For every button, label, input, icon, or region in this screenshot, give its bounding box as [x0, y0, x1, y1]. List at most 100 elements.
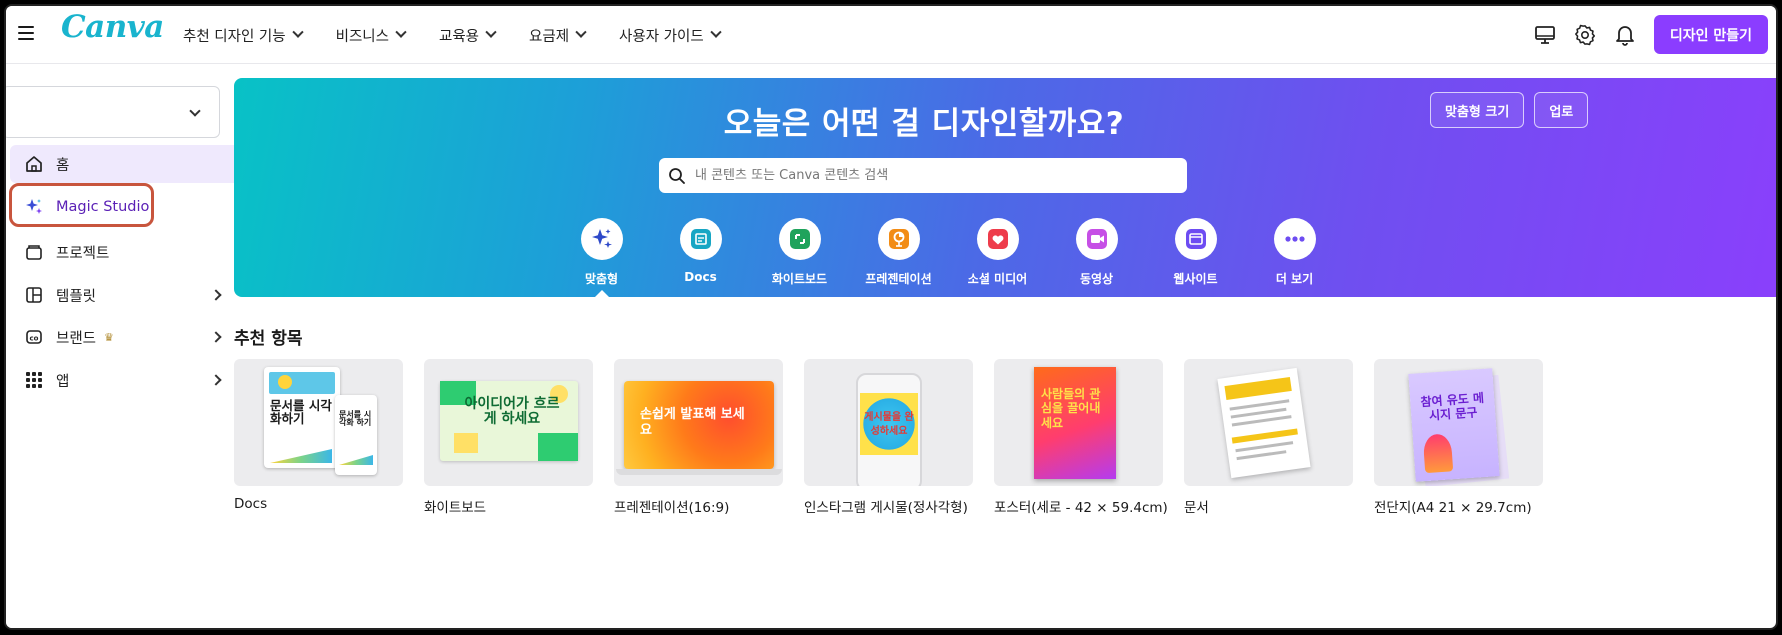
card-label: Docs: [234, 496, 268, 512]
custom-size-button[interactable]: 맞춤형 크기: [1430, 92, 1525, 128]
sparkle-icon: [591, 229, 612, 248]
card-thumbnail: [1184, 359, 1353, 486]
chevron-down-icon: [291, 26, 304, 38]
sidebar-item-label: 브랜드: [56, 330, 97, 347]
sidebar-item-label: Magic Studio: [56, 199, 150, 215]
video-icon: [1086, 229, 1107, 249]
search-bar[interactable]: [659, 158, 1187, 193]
category-docs[interactable]: Docs: [651, 218, 750, 287]
sidebar-item-label: 프로젝트: [56, 245, 110, 262]
website-icon: [1185, 229, 1206, 249]
category-presentation[interactable]: 프레젠테이션: [849, 218, 948, 287]
docs-icon: [690, 229, 711, 249]
heart-icon: [987, 229, 1008, 249]
category-website[interactable]: 웹사이트: [1146, 218, 1245, 287]
card-document[interactable]: 문서: [1184, 359, 1353, 516]
card-flyer[interactable]: 참여 유도 메시지 문구 전단지(A4 21 × 29.7cm): [1374, 359, 1543, 516]
chevron-right-icon: [210, 374, 222, 386]
sidebar-item-label: 템플릿: [56, 288, 97, 305]
thumb-headline: 참여 유도 메시지 문구: [1420, 390, 1485, 424]
more-icon: [1284, 236, 1305, 242]
card-presentation[interactable]: 손쉽게 발표해 보세요 프레젠테이션(16:9): [614, 359, 783, 516]
team-selector[interactable]: [6, 86, 220, 138]
top-nav: 추천 디자인 기능 비즈니스 교육용 요금제 사용자 가이드: [183, 6, 754, 64]
thumb-headline: 사람들의 관심을 끌어내세요: [1041, 387, 1101, 430]
top-bar: Canva 추천 디자인 기능 비즈니스 교육용 요금제 사용자 가이드 디자인…: [6, 6, 1776, 64]
sidebar-item-label: 홈: [56, 157, 70, 174]
bell-icon[interactable]: [1612, 22, 1638, 48]
card-instagram-post[interactable]: 게시물을 완성하세요 인스타그램 게시물(정사각형): [804, 359, 973, 516]
card-label: 프레젠테이션(16:9): [614, 500, 730, 516]
chevron-right-icon: [210, 289, 222, 301]
section-title-recommended: 추천 항목: [234, 329, 303, 349]
nav-user-guide[interactable]: 사용자 가이드: [619, 25, 722, 46]
category-social-media[interactable]: 소셜 미디어: [948, 218, 1047, 287]
sidebar: 홈 Magic Studio 프로젝트 템플릿 co 브랜드 ♛ 앱: [6, 64, 242, 628]
menu-icon[interactable]: [18, 26, 34, 40]
hero-banner: 오늘은 어떤 걸 디자인할까요? 맞춤형 크기 업로 맞춤형 Docs: [234, 78, 1776, 297]
category-custom[interactable]: 맞춤형: [552, 218, 651, 297]
chevron-down-icon: [575, 26, 587, 38]
folder-icon: [24, 242, 44, 262]
nav-business[interactable]: 비즈니스: [336, 25, 407, 46]
brand-icon: co: [24, 327, 44, 347]
create-design-button[interactable]: 디자인 만들기: [1653, 15, 1768, 54]
thumb-headline: 게시물을 완성하세요: [864, 412, 914, 437]
search-input[interactable]: [695, 168, 1187, 183]
selected-pointer: [592, 290, 611, 297]
thumb-headline: 아이디어가 흐르게 하세요: [464, 396, 560, 427]
card-thumbnail: 아이디어가 흐르게 하세요: [424, 359, 593, 486]
card-label: 문서: [1184, 500, 1209, 516]
presentation-icon: [888, 229, 909, 249]
apps-grid-icon: [24, 370, 44, 390]
card-thumbnail: 손쉽게 발표해 보세요: [614, 359, 783, 486]
sidebar-item-apps[interactable]: 앱: [10, 361, 242, 399]
sidebar-item-home[interactable]: 홈: [10, 145, 242, 183]
category-video[interactable]: 동영상: [1047, 218, 1146, 287]
whiteboard-icon: [789, 229, 810, 249]
upload-button[interactable]: 업로: [1534, 92, 1589, 128]
svg-text:co: co: [30, 335, 39, 343]
template-icon: [24, 285, 44, 305]
card-poster[interactable]: 사람들의 관심을 끌어내세요 포스터(세로 - 42 × 59.4cm): [994, 359, 1168, 516]
sidebar-item-label: 앱: [56, 373, 70, 390]
sidebar-item-templates[interactable]: 템플릿: [10, 276, 242, 314]
chevron-down-icon: [395, 26, 407, 38]
gear-icon[interactable]: [1572, 22, 1598, 48]
thumb-headline: 문서를 시각화하기: [270, 398, 332, 427]
nav-education[interactable]: 교육용: [439, 25, 497, 46]
card-whiteboard[interactable]: 아이디어가 흐르게 하세요 화이트보드: [424, 359, 593, 516]
card-thumbnail: 참여 유도 메시지 문구: [1374, 359, 1543, 486]
chevron-right-icon: [210, 331, 222, 343]
home-icon: [24, 154, 44, 174]
desktop-app-icon[interactable]: [1532, 22, 1558, 48]
card-label: 포스터(세로 - 42 × 59.4cm): [994, 500, 1168, 516]
thumb-headline: 손쉽게 발표해 보세요: [640, 407, 745, 439]
chevron-down-icon: [189, 105, 201, 117]
crown-icon: ♛: [104, 330, 114, 344]
card-label: 인스타그램 게시물(정사각형): [804, 500, 968, 516]
category-whiteboard[interactable]: 화이트보드: [750, 218, 849, 287]
sidebar-item-projects[interactable]: 프로젝트: [10, 233, 242, 271]
category-shortcuts: 맞춤형 Docs 화이트보드 프레젠테이션 소셜 미디어 동영상 웹사이트 더 …: [552, 218, 1344, 297]
chevron-down-icon: [710, 26, 722, 38]
sidebar-item-brand[interactable]: co 브랜드 ♛: [10, 318, 242, 356]
recommended-cards: 문서를 시각화하기 문서를 시각화 하기 Docs 아이디어가 흐르게 하세요: [234, 359, 1564, 516]
canva-window: Canva 추천 디자인 기능 비즈니스 교육용 요금제 사용자 가이드 디자인…: [6, 6, 1776, 628]
card-thumbnail: 문서를 시각화하기 문서를 시각화 하기: [234, 359, 403, 486]
top-right-actions: 디자인 만들기: [1518, 15, 1768, 54]
canva-logo[interactable]: Canva: [61, 9, 164, 45]
card-thumbnail: 사람들의 관심을 끌어내세요: [994, 359, 1163, 486]
thumb-subheadline: 문서를 시각화 하기: [339, 410, 372, 428]
hero-actions: 맞춤형 크기 업로: [1430, 92, 1598, 128]
category-more[interactable]: 더 보기: [1245, 218, 1344, 287]
chevron-down-icon: [485, 26, 497, 38]
sidebar-item-magic-studio[interactable]: Magic Studio: [10, 188, 242, 226]
search-icon: [659, 158, 695, 193]
card-label: 전단지(A4 21 × 29.7cm): [1374, 500, 1532, 516]
sparkle-icon: [24, 197, 44, 217]
nav-pricing[interactable]: 요금제: [529, 25, 587, 46]
card-docs[interactable]: 문서를 시각화하기 문서를 시각화 하기 Docs: [234, 359, 403, 516]
nav-featured[interactable]: 추천 디자인 기능: [183, 25, 304, 46]
hero-title: 오늘은 어떤 걸 디자인할까요?: [723, 106, 1125, 142]
